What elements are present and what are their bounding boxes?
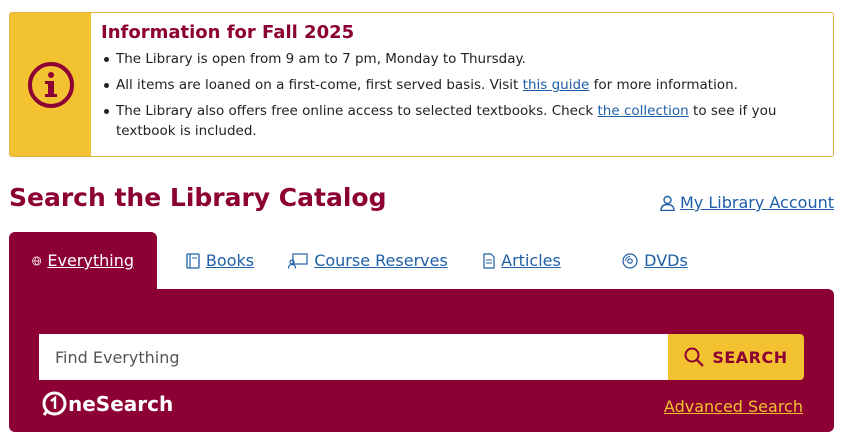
tab-articles[interactable]: Articles	[453, 232, 591, 289]
disc-icon	[622, 252, 638, 269]
tab-dvds[interactable]: DVDs	[591, 232, 719, 289]
alert-item-text: for more information.	[589, 77, 738, 93]
search-button[interactable]: SEARCH	[668, 334, 804, 380]
book-icon	[186, 252, 200, 269]
alert-title: Information for Fall 2025	[101, 22, 355, 43]
collection-link[interactable]: the collection	[598, 103, 689, 119]
info-circle-icon	[27, 61, 74, 108]
search-button-label: SEARCH	[712, 347, 788, 367]
alert-item-text: The Library also offers free online acce…	[116, 103, 598, 119]
search-input[interactable]	[39, 334, 669, 380]
user-icon	[660, 195, 675, 211]
logo-text: neSearch	[68, 391, 174, 416]
page-title: Search the Library Catalog	[9, 183, 387, 212]
info-alert: Information for Fall 2025 The Library is…	[9, 12, 834, 157]
alert-item: All items are loaned on a first-come, fi…	[101, 75, 823, 95]
tab-label: Course Reserves	[314, 251, 448, 270]
advanced-search-link[interactable]: Advanced Search	[664, 397, 803, 416]
alert-list: The Library is open from 9 am to 7 pm, M…	[101, 49, 823, 141]
search-icon	[684, 347, 705, 367]
alert-body: Information for Fall 2025 The Library is…	[91, 13, 833, 156]
alert-item: The Library is open from 9 am to 7 pm, M…	[101, 49, 823, 69]
tab-course-reserves[interactable]: Course Reserves	[283, 232, 453, 289]
tab-label: Everything	[47, 251, 134, 270]
guide-link[interactable]: this guide	[523, 77, 590, 93]
my-library-account-link[interactable]: My Library Account	[660, 193, 834, 212]
reserves-icon	[288, 252, 308, 269]
account-link-label: My Library Account	[680, 193, 834, 212]
alert-item-text: The Library is open from 9 am to 7 pm, M…	[116, 51, 526, 67]
tab-books[interactable]: Books	[157, 232, 283, 289]
onesearch-logo: neSearch	[41, 390, 173, 417]
alert-item: The Library also offers free online acce…	[101, 101, 823, 141]
search-panel: SEARCH neSearch Advanced Search	[9, 289, 834, 432]
search-tabs: Everything Books Course Reserves Article…	[9, 232, 719, 289]
tab-label: Books	[205, 251, 255, 270]
onesearch-logo-mark	[42, 391, 67, 416]
document-icon	[483, 252, 495, 269]
tab-label: Articles	[501, 251, 561, 270]
alert-icon-panel	[10, 13, 91, 156]
tab-everything[interactable]: Everything	[9, 232, 157, 289]
globe-icon	[32, 256, 42, 265]
tab-label: DVDs	[644, 251, 688, 270]
alert-item-text: All items are loaned on a first-come, fi…	[116, 77, 523, 93]
